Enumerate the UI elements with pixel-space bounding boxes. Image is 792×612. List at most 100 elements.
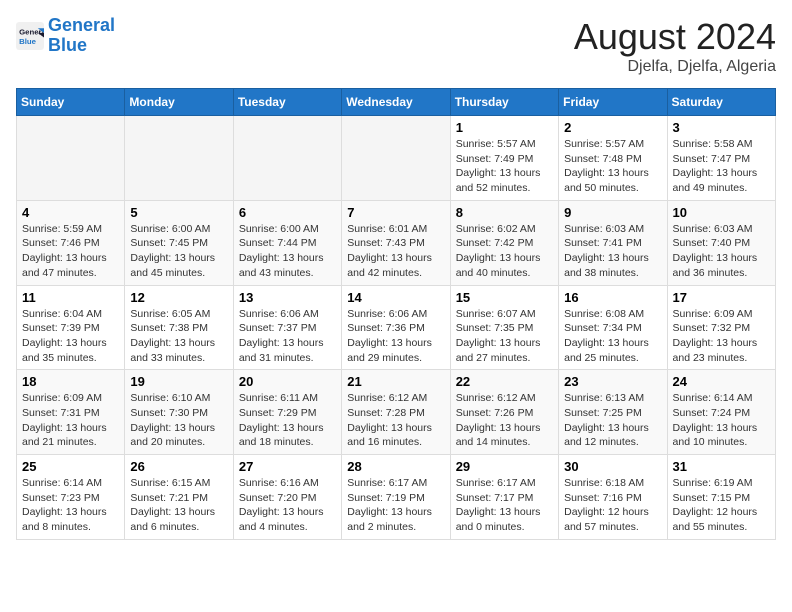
day-number: 2 (564, 120, 661, 135)
calendar-cell: 30 Sunrise: 6:18 AMSunset: 7:16 PMDayligh… (559, 455, 667, 540)
day-number: 29 (456, 459, 553, 474)
day-info: Sunrise: 6:12 AMSunset: 7:26 PMDaylight:… (456, 391, 553, 450)
day-number: 10 (673, 205, 770, 220)
calendar-header: Sunday Monday Tuesday Wednesday Thursday… (17, 89, 776, 116)
day-number: 31 (673, 459, 770, 474)
calendar-cell (17, 116, 125, 201)
day-number: 24 (673, 374, 770, 389)
svg-text:Blue: Blue (19, 37, 37, 46)
calendar-cell: 11 Sunrise: 6:04 AMSunset: 7:39 PMDayligh… (17, 285, 125, 370)
day-info: Sunrise: 6:13 AMSunset: 7:25 PMDaylight:… (564, 391, 661, 450)
day-number: 28 (347, 459, 444, 474)
day-info: Sunrise: 5:59 AMSunset: 7:46 PMDaylight:… (22, 222, 119, 281)
day-info: Sunrise: 6:08 AMSunset: 7:34 PMDaylight:… (564, 307, 661, 366)
day-number: 14 (347, 290, 444, 305)
calendar-cell: 27 Sunrise: 6:16 AMSunset: 7:20 PMDayligh… (233, 455, 341, 540)
day-info: Sunrise: 6:10 AMSunset: 7:30 PMDaylight:… (130, 391, 227, 450)
calendar-cell: 4 Sunrise: 5:59 AMSunset: 7:46 PMDaylight… (17, 200, 125, 285)
day-info: Sunrise: 6:00 AMSunset: 7:44 PMDaylight:… (239, 222, 336, 281)
col-friday: Friday (559, 89, 667, 116)
calendar-cell: 19 Sunrise: 6:10 AMSunset: 7:30 PMDayligh… (125, 370, 233, 455)
location: Djelfa, Djelfa, Algeria (574, 58, 776, 76)
day-info: Sunrise: 6:14 AMSunset: 7:23 PMDaylight:… (22, 476, 119, 535)
day-info: Sunrise: 6:18 AMSunset: 7:16 PMDaylight:… (564, 476, 661, 535)
day-info: Sunrise: 5:57 AMSunset: 7:49 PMDaylight:… (456, 137, 553, 196)
header-row: Sunday Monday Tuesday Wednesday Thursday… (17, 89, 776, 116)
day-number: 7 (347, 205, 444, 220)
logo-line1: General (48, 15, 115, 35)
calendar-cell: 21 Sunrise: 6:12 AMSunset: 7:28 PMDayligh… (342, 370, 450, 455)
day-number: 11 (22, 290, 119, 305)
day-number: 1 (456, 120, 553, 135)
logo-text: General Blue (48, 16, 115, 56)
day-number: 21 (347, 374, 444, 389)
day-info: Sunrise: 6:11 AMSunset: 7:29 PMDaylight:… (239, 391, 336, 450)
day-info: Sunrise: 6:07 AMSunset: 7:35 PMDaylight:… (456, 307, 553, 366)
calendar-cell: 24 Sunrise: 6:14 AMSunset: 7:24 PMDayligh… (667, 370, 775, 455)
day-number: 5 (130, 205, 227, 220)
week-row-2: 11 Sunrise: 6:04 AMSunset: 7:39 PMDayligh… (17, 285, 776, 370)
page-header: General Blue General Blue August 2024 Dj… (16, 16, 776, 76)
calendar-cell: 22Sunrise: 6:12 AMSunset: 7:26 PMDayligh… (450, 370, 558, 455)
day-info: Sunrise: 6:04 AMSunset: 7:39 PMDaylight:… (22, 307, 119, 366)
day-info: Sunrise: 5:58 AMSunset: 7:47 PMDaylight:… (673, 137, 770, 196)
calendar-cell: 29 Sunrise: 6:17 AMSunset: 7:17 PMDayligh… (450, 455, 558, 540)
day-number: 15 (456, 290, 553, 305)
calendar-cell: 13Sunrise: 6:06 AMSunset: 7:37 PMDayligh… (233, 285, 341, 370)
day-info: Sunrise: 6:17 AMSunset: 7:19 PMDaylight:… (347, 476, 444, 535)
day-number: 26 (130, 459, 227, 474)
week-row-4: 25 Sunrise: 6:14 AMSunset: 7:23 PMDayligh… (17, 455, 776, 540)
calendar-cell: 14 Sunrise: 6:06 AMSunset: 7:36 PMDayligh… (342, 285, 450, 370)
col-tuesday: Tuesday (233, 89, 341, 116)
day-info: Sunrise: 6:05 AMSunset: 7:38 PMDaylight:… (130, 307, 227, 366)
calendar-cell (342, 116, 450, 201)
day-number: 27 (239, 459, 336, 474)
calendar-cell: 3 Sunrise: 5:58 AMSunset: 7:47 PMDaylight… (667, 116, 775, 201)
day-number: 9 (564, 205, 661, 220)
day-number: 13 (239, 290, 336, 305)
day-info: Sunrise: 6:02 AMSunset: 7:42 PMDaylight:… (456, 222, 553, 281)
day-number: 3 (673, 120, 770, 135)
day-info: Sunrise: 6:14 AMSunset: 7:24 PMDaylight:… (673, 391, 770, 450)
calendar-cell: 18 Sunrise: 6:09 AMSunset: 7:31 PMDayligh… (17, 370, 125, 455)
day-number: 6 (239, 205, 336, 220)
col-sunday: Sunday (17, 89, 125, 116)
day-info: Sunrise: 6:17 AMSunset: 7:17 PMDaylight:… (456, 476, 553, 535)
day-number: 17 (673, 290, 770, 305)
logo: General Blue General Blue (16, 16, 115, 56)
day-number: 19 (130, 374, 227, 389)
day-info: Sunrise: 6:09 AMSunset: 7:31 PMDaylight:… (22, 391, 119, 450)
day-number: 8 (456, 205, 553, 220)
day-number: 18 (22, 374, 119, 389)
calendar-cell: 2 Sunrise: 5:57 AMSunset: 7:48 PMDaylight… (559, 116, 667, 201)
calendar: Sunday Monday Tuesday Wednesday Thursday… (16, 88, 776, 540)
day-info: Sunrise: 5:57 AMSunset: 7:48 PMDaylight:… (564, 137, 661, 196)
calendar-cell: 28 Sunrise: 6:17 AMSunset: 7:19 PMDayligh… (342, 455, 450, 540)
day-info: Sunrise: 6:16 AMSunset: 7:20 PMDaylight:… (239, 476, 336, 535)
day-number: 16 (564, 290, 661, 305)
calendar-cell: 16 Sunrise: 6:08 AMSunset: 7:34 PMDayligh… (559, 285, 667, 370)
col-wednesday: Wednesday (342, 89, 450, 116)
day-info: Sunrise: 6:00 AMSunset: 7:45 PMDaylight:… (130, 222, 227, 281)
day-number: 30 (564, 459, 661, 474)
day-number: 23 (564, 374, 661, 389)
week-row-3: 18 Sunrise: 6:09 AMSunset: 7:31 PMDayligh… (17, 370, 776, 455)
calendar-cell: 9 Sunrise: 6:03 AMSunset: 7:41 PMDaylight… (559, 200, 667, 285)
day-info: Sunrise: 6:19 AMSunset: 7:15 PMDaylight:… (673, 476, 770, 535)
day-info: Sunrise: 6:12 AMSunset: 7:28 PMDaylight:… (347, 391, 444, 450)
day-number: 25 (22, 459, 119, 474)
calendar-cell: 17Sunrise: 6:09 AMSunset: 7:32 PMDayligh… (667, 285, 775, 370)
calendar-cell: 12Sunrise: 6:05 AMSunset: 7:38 PMDayligh… (125, 285, 233, 370)
day-info: Sunrise: 6:03 AMSunset: 7:41 PMDaylight:… (564, 222, 661, 281)
calendar-cell: 15 Sunrise: 6:07 AMSunset: 7:35 PMDayligh… (450, 285, 558, 370)
week-row-1: 4 Sunrise: 5:59 AMSunset: 7:46 PMDaylight… (17, 200, 776, 285)
calendar-cell: 23 Sunrise: 6:13 AMSunset: 7:25 PMDayligh… (559, 370, 667, 455)
day-number: 4 (22, 205, 119, 220)
week-row-0: 1 Sunrise: 5:57 AMSunset: 7:49 PMDaylight… (17, 116, 776, 201)
calendar-body: 1 Sunrise: 5:57 AMSunset: 7:49 PMDaylight… (17, 116, 776, 540)
calendar-cell: 20 Sunrise: 6:11 AMSunset: 7:29 PMDayligh… (233, 370, 341, 455)
title-block: August 2024 Djelfa, Djelfa, Algeria (574, 16, 776, 76)
day-info: Sunrise: 6:06 AMSunset: 7:36 PMDaylight:… (347, 307, 444, 366)
col-thursday: Thursday (450, 89, 558, 116)
day-number: 20 (239, 374, 336, 389)
